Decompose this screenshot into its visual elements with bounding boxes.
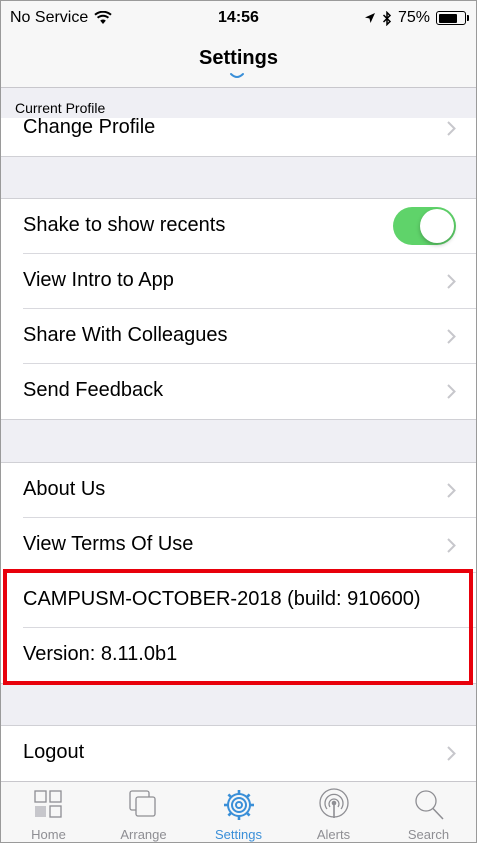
share-with-colleagues-label: Share With Colleagues [23,324,228,346]
build-info-row: CAMPUSM-OCTOBER-2018 (build: 910600) [1,573,476,628]
about-us-label: About Us [23,478,106,500]
version-info-row: Version: 8.11.0b1 [1,628,476,683]
tab-settings[interactable]: Settings [191,782,286,842]
page-title: Settings [199,47,278,69]
about-us-row[interactable]: About Us [1,463,476,518]
chevron-right-icon [447,121,456,136]
shake-toggle-switch[interactable] [393,207,456,245]
tab-label: Settings [215,827,262,842]
view-terms-label: View Terms Of Use [23,533,194,555]
status-bar: No Service 14:56 75% [1,1,476,35]
view-terms-row[interactable]: View Terms Of Use [1,518,476,573]
tab-label: Arrange [120,827,167,842]
version-info-label: Version: 8.11.0b1 [23,643,178,665]
logout-row[interactable]: Logout [1,726,476,781]
battery-icon [436,11,469,25]
change-profile-label: Change Profile [23,118,156,138]
chevron-right-icon [447,538,456,553]
tab-alerts[interactable]: Alerts [286,782,381,842]
refresh-indicator-icon [230,73,244,78]
location-arrow-icon [364,13,375,23]
arrange-icon [129,790,156,817]
divider [1,156,476,157]
chevron-right-icon [447,384,456,399]
tab-arrange[interactable]: Arrange [96,782,191,842]
change-profile-row[interactable]: Change Profile [1,118,476,156]
screen: No Service 14:56 75% Settings Current Pr… [0,0,477,843]
tab-label: Alerts [316,827,351,842]
toggle-knob [420,209,454,243]
navigation-bar: Settings [1,35,476,88]
divider [1,419,476,420]
chevron-right-icon [447,483,456,498]
alerts-broadcast-icon [319,788,349,818]
tab-bar: Home Arrange Settings Alerts Search [1,781,476,842]
section-header-current-profile: Current Profile [1,88,476,118]
chevron-right-icon [447,274,456,289]
shake-to-show-recents-label: Shake to show recents [23,214,226,236]
tab-search[interactable]: Search [381,782,476,842]
view-intro-row[interactable]: View Intro to App [1,254,476,309]
view-intro-label: View Intro to App [23,269,174,291]
bluetooth-icon [382,10,392,26]
tab-label: Home [31,827,66,842]
send-feedback-row[interactable]: Send Feedback [1,364,476,419]
tab-label: Search [407,827,450,842]
chevron-right-icon [447,746,456,761]
battery-percent: 75% [397,9,430,26]
logout-label: Logout [23,741,85,763]
section-header-label: Current Profile [15,100,106,116]
search-icon [415,790,444,820]
build-info-label: CAMPUSM-OCTOBER-2018 (build: 910600) [23,588,421,610]
battery-fill [438,13,457,23]
chevron-right-icon [447,329,456,344]
shake-to-show-recents-row: Shake to show recents [1,199,476,254]
settings-gear-icon [224,790,254,820]
divider [1,683,476,684]
tab-home[interactable]: Home [1,782,96,842]
send-feedback-label: Send Feedback [23,379,164,401]
share-with-colleagues-row[interactable]: Share With Colleagues [1,309,476,364]
home-grid-icon [34,790,62,818]
